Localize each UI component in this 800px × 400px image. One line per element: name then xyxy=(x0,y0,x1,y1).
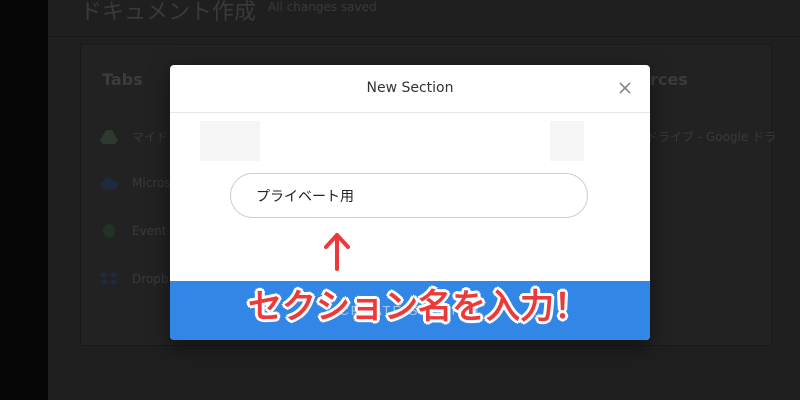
tab-item-drive[interactable]: マイド xyxy=(100,128,168,145)
dropbox-icon xyxy=(100,272,118,286)
tab-item-evernote[interactable]: Event xyxy=(100,224,166,238)
tab-item-label: Micros xyxy=(132,176,171,190)
tab-item-label: Dropb xyxy=(132,272,169,286)
header-divider xyxy=(48,36,800,37)
close-icon xyxy=(619,82,631,94)
up-arrow-icon xyxy=(322,232,352,272)
tab-item-label: Event xyxy=(132,224,167,238)
tab-item-onedrive[interactable]: Micros xyxy=(100,176,171,190)
google-drive-icon xyxy=(100,129,118,144)
onedrive-icon xyxy=(100,176,118,190)
section-name-input[interactable] xyxy=(230,173,588,218)
dialog-title: New Section xyxy=(366,80,454,96)
tab-item-dropbox[interactable]: Dropb xyxy=(100,272,169,286)
faded-placeholder xyxy=(200,121,260,161)
annotation-text: セクション名を入力！ xyxy=(248,287,588,327)
tabs-heading: Tabs xyxy=(102,70,143,89)
faded-placeholder xyxy=(550,121,584,161)
dialog-header: New Section xyxy=(170,65,650,113)
evernote-icon xyxy=(100,224,118,238)
left-sidebar-strip xyxy=(0,0,49,400)
tab-item-label: マイド xyxy=(132,130,169,144)
source-item-label: イドライブ - Google ドラ xyxy=(634,130,777,144)
save-status: All changes saved xyxy=(268,0,377,14)
close-button[interactable] xyxy=(614,77,636,99)
document-title: ドキュメント作成 xyxy=(80,0,257,25)
sources-heading: rces xyxy=(650,70,688,89)
